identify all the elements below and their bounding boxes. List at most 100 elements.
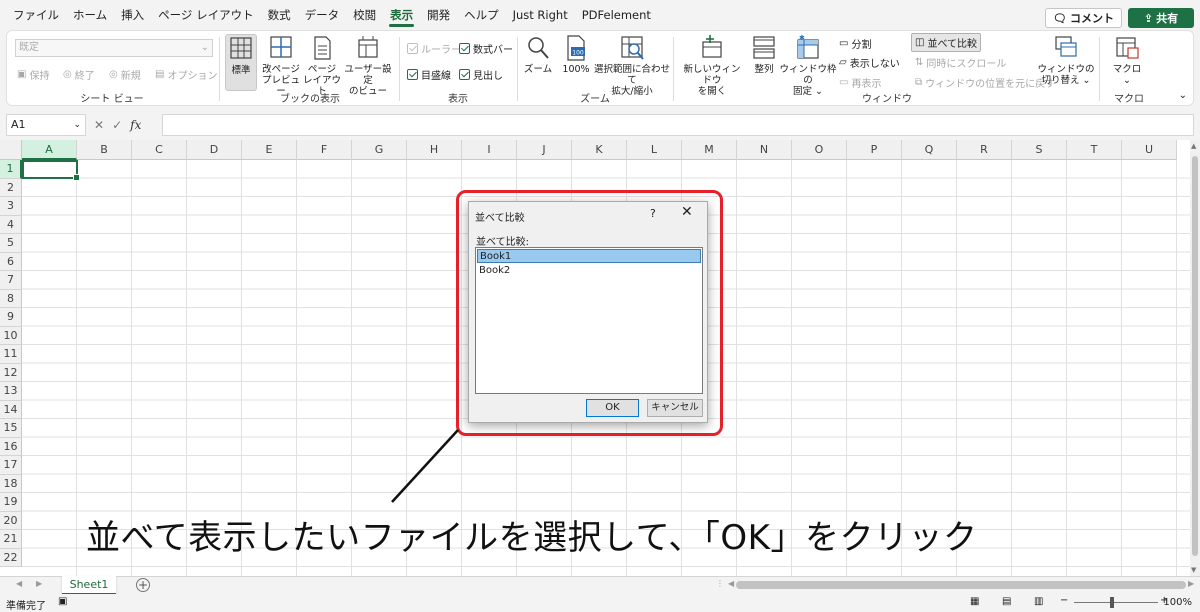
- column-header[interactable]: D: [187, 140, 242, 160]
- row-header[interactable]: 3: [0, 197, 22, 216]
- menu-tab[interactable]: ページ レイアウト: [151, 0, 260, 30]
- page-break-view-icon[interactable]: ▥: [1034, 596, 1043, 607]
- headings-checkbox[interactable]: 見出し: [459, 67, 503, 82]
- new-view-button[interactable]: ◎ 新規: [109, 67, 141, 82]
- scroll-up-icon[interactable]: ▲: [1191, 142, 1196, 150]
- column-header[interactable]: C: [132, 140, 187, 160]
- zoom-button[interactable]: ズーム: [523, 34, 553, 75]
- column-header[interactable]: B: [77, 140, 132, 160]
- zoom-slider[interactable]: [1074, 597, 1158, 608]
- menu-tab[interactable]: 数式: [261, 0, 298, 30]
- split-button[interactable]: ▭ 分割: [839, 36, 871, 51]
- zoom-out-icon[interactable]: −: [1060, 595, 1068, 606]
- column-header[interactable]: O: [792, 140, 847, 160]
- macros-button[interactable]: マクロ ⌄: [1105, 34, 1149, 86]
- view-options-button[interactable]: ▤ オプション: [155, 67, 217, 82]
- column-header[interactable]: Q: [902, 140, 957, 160]
- collapse-ribbon-icon[interactable]: ⌄: [1179, 90, 1187, 101]
- column-header[interactable]: M: [682, 140, 737, 160]
- menu-tab[interactable]: PDFelement: [575, 0, 658, 30]
- ruler-checkbox[interactable]: ルーラー: [407, 41, 461, 56]
- add-sheet-icon[interactable]: +: [136, 578, 150, 592]
- scroll-down-icon[interactable]: ▼: [1191, 566, 1196, 574]
- freeze-panes-button[interactable]: ✱ ウィンドウ枠の 固定 ⌄: [779, 34, 837, 97]
- menu-tab[interactable]: 挿入: [114, 0, 151, 30]
- page-break-preview-button[interactable]: 改ページ プレビュー: [261, 34, 301, 97]
- row-header[interactable]: 4: [0, 215, 22, 234]
- row-header[interactable]: 1: [0, 160, 22, 179]
- zoom-to-selection-button[interactable]: 選択範囲に合わせて 拡大/縮小: [593, 34, 671, 97]
- horizontal-scroll-thumb[interactable]: [736, 581, 1186, 589]
- reset-window-position-button[interactable]: ⧉ ウィンドウの位置を元に戻す: [915, 75, 1055, 90]
- row-header[interactable]: 13: [0, 382, 22, 401]
- workbook-list-item[interactable]: Book2: [477, 264, 701, 278]
- row-header[interactable]: 6: [0, 252, 22, 271]
- vertical-scroll-thumb[interactable]: [1192, 156, 1198, 556]
- accessibility-icon[interactable]: ▣: [58, 596, 67, 607]
- column-header[interactable]: G: [352, 140, 407, 160]
- menu-tab[interactable]: ヘルプ: [457, 0, 506, 30]
- row-header[interactable]: 9: [0, 308, 22, 327]
- name-box[interactable]: A1 ⌄: [6, 114, 86, 136]
- close-icon[interactable]: ✕: [681, 204, 693, 220]
- column-header[interactable]: H: [407, 140, 462, 160]
- column-header[interactable]: N: [737, 140, 792, 160]
- row-header[interactable]: 20: [0, 511, 22, 530]
- row-header[interactable]: 11: [0, 345, 22, 364]
- row-header[interactable]: 12: [0, 363, 22, 382]
- row-header[interactable]: 7: [0, 271, 22, 290]
- new-window-button[interactable]: 新しいウィンドウ を開く: [679, 34, 745, 97]
- zoom-slider-knob[interactable]: [1110, 597, 1114, 608]
- unhide-button[interactable]: ▭ 再表示: [839, 75, 881, 90]
- menu-tab[interactable]: ホーム: [66, 0, 114, 30]
- column-header[interactable]: T: [1067, 140, 1122, 160]
- column-header[interactable]: S: [1012, 140, 1067, 160]
- check-icon[interactable]: ✓: [112, 118, 122, 132]
- view-side-by-side-button[interactable]: ◫ 並べて比較: [911, 33, 982, 52]
- row-header[interactable]: 18: [0, 474, 22, 493]
- share-button[interactable]: ⇪ 共有: [1128, 8, 1194, 28]
- custom-views-button[interactable]: ユーザー設定 のビュー: [341, 34, 395, 97]
- switch-windows-button[interactable]: ウィンドウの 切り替え ⌄: [1037, 34, 1095, 86]
- workbook-list-item[interactable]: Book1: [477, 249, 701, 263]
- formula-bar-checkbox[interactable]: 数式バー: [459, 41, 513, 56]
- help-icon[interactable]: ?: [650, 207, 656, 220]
- vertical-scrollbar[interactable]: ▲ ▼: [1190, 140, 1200, 576]
- prev-sheet-icon[interactable]: ◀: [16, 579, 22, 588]
- comments-button[interactable]: 🗨 コメント: [1045, 8, 1122, 28]
- normal-view-icon[interactable]: ▦: [970, 596, 979, 607]
- select-all-corner[interactable]: [0, 140, 22, 160]
- menu-tab[interactable]: データ: [298, 0, 347, 30]
- insert-function-icon[interactable]: fx: [130, 118, 141, 132]
- row-header[interactable]: 16: [0, 437, 22, 456]
- menu-tab[interactable]: ファイル: [6, 0, 66, 30]
- scroll-left-icon[interactable]: ◀: [728, 579, 734, 588]
- column-header[interactable]: U: [1122, 140, 1177, 160]
- column-header[interactable]: I: [462, 140, 517, 160]
- menu-tab[interactable]: 開発: [420, 0, 457, 30]
- ok-button[interactable]: OK: [586, 399, 639, 417]
- zoom-100-button[interactable]: 100 100%: [559, 34, 593, 75]
- row-header[interactable]: 15: [0, 419, 22, 438]
- cancel-button[interactable]: キャンセル: [647, 399, 703, 417]
- sheet-tab-sheet1[interactable]: Sheet1: [62, 576, 116, 595]
- normal-view-button[interactable]: 標準: [225, 34, 257, 91]
- column-header[interactable]: A: [22, 140, 77, 160]
- row-header[interactable]: 17: [0, 456, 22, 475]
- page-layout-button[interactable]: ページ レイアウト: [303, 34, 341, 97]
- synchronous-scrolling-button[interactable]: ⇅ 同時にスクロール: [915, 55, 1006, 70]
- row-header[interactable]: 21: [0, 530, 22, 549]
- menu-tab[interactable]: 表示: [383, 0, 420, 30]
- column-header[interactable]: E: [242, 140, 297, 160]
- more-options-icon[interactable]: ⋮: [716, 579, 724, 588]
- row-header[interactable]: 10: [0, 326, 22, 345]
- column-header[interactable]: K: [572, 140, 627, 160]
- column-header[interactable]: J: [517, 140, 572, 160]
- workbook-list[interactable]: Book1 Book2: [475, 247, 703, 394]
- scroll-right-icon[interactable]: ▶: [1188, 579, 1194, 588]
- row-header[interactable]: 22: [0, 548, 22, 567]
- row-header[interactable]: 14: [0, 400, 22, 419]
- arrange-all-button[interactable]: 整列: [749, 34, 779, 75]
- row-header[interactable]: 19: [0, 493, 22, 512]
- menu-tab[interactable]: Just Right: [506, 0, 575, 30]
